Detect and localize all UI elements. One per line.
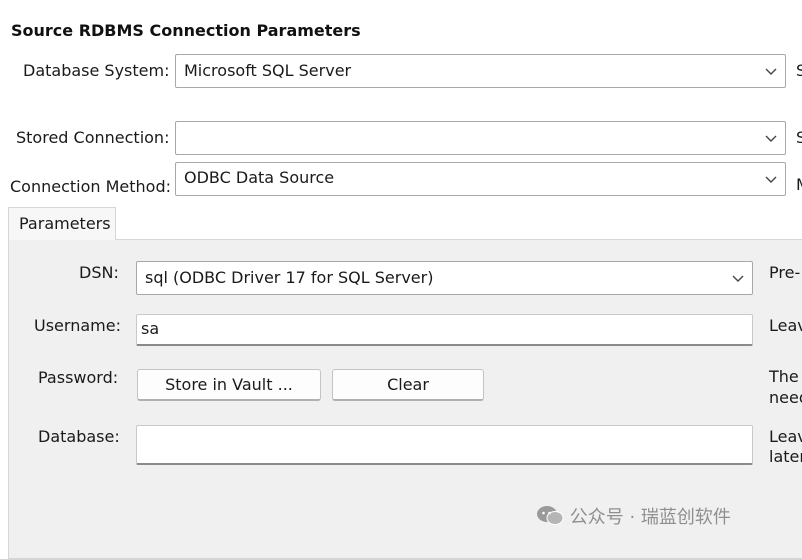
database-system-value: Microsoft SQL Server	[184, 61, 352, 80]
connection-method-label: Connection Method:	[10, 177, 172, 196]
chevron-down-icon	[765, 68, 777, 75]
dsn-label: DSN:	[79, 263, 119, 282]
database-input[interactable]	[136, 425, 753, 465]
store-in-vault-button[interactable]: Store in Vault ...	[137, 369, 321, 401]
username-value: sa	[141, 319, 160, 338]
chevron-down-icon	[765, 135, 777, 142]
dsn-side-text: Pre-	[769, 263, 801, 282]
database-side-text-1: Leav	[769, 427, 802, 446]
password-side-text-1: The	[769, 367, 799, 386]
username-input[interactable]: sa	[136, 314, 753, 346]
wechat-icon	[537, 506, 564, 525]
chevron-down-icon	[765, 176, 777, 183]
tab-parameters-label: Parameters	[19, 214, 111, 233]
watermark-text: 公众号 · 瑞蓝创软件	[569, 507, 731, 528]
database-system-label: Database System:	[23, 61, 170, 80]
dsn-value: sql (ODBC Driver 17 for SQL Server)	[145, 268, 434, 287]
section-title: Source RDBMS Connection Parameters	[11, 21, 361, 40]
watermark: 公众号 · 瑞蓝创软件	[536, 503, 731, 529]
stored-connection-label: Stored Connection:	[16, 128, 170, 147]
database-system-side-text: S	[796, 61, 802, 80]
password-label: Password:	[38, 368, 119, 387]
connection-method-value: ODBC Data Source	[184, 168, 335, 187]
database-label: Database:	[38, 427, 120, 446]
username-label: Username:	[34, 316, 121, 335]
chevron-down-icon	[732, 275, 744, 282]
username-side-text: Leav	[769, 316, 802, 335]
connection-method-side-text: M	[796, 175, 802, 194]
clear-button[interactable]: Clear	[332, 369, 484, 401]
database-side-text-2: later	[769, 447, 802, 466]
dsn-select[interactable]: sql (ODBC Driver 17 for SQL Server)	[136, 261, 753, 295]
database-system-select[interactable]: Microsoft SQL Server	[175, 54, 786, 88]
connection-method-select[interactable]: ODBC Data Source	[175, 162, 786, 196]
stored-connection-select[interactable]	[175, 121, 786, 155]
password-side-text-2: need	[769, 388, 802, 407]
tab-parameters[interactable]: Parameters	[8, 207, 116, 240]
stored-connection-side-text: S	[796, 128, 802, 147]
